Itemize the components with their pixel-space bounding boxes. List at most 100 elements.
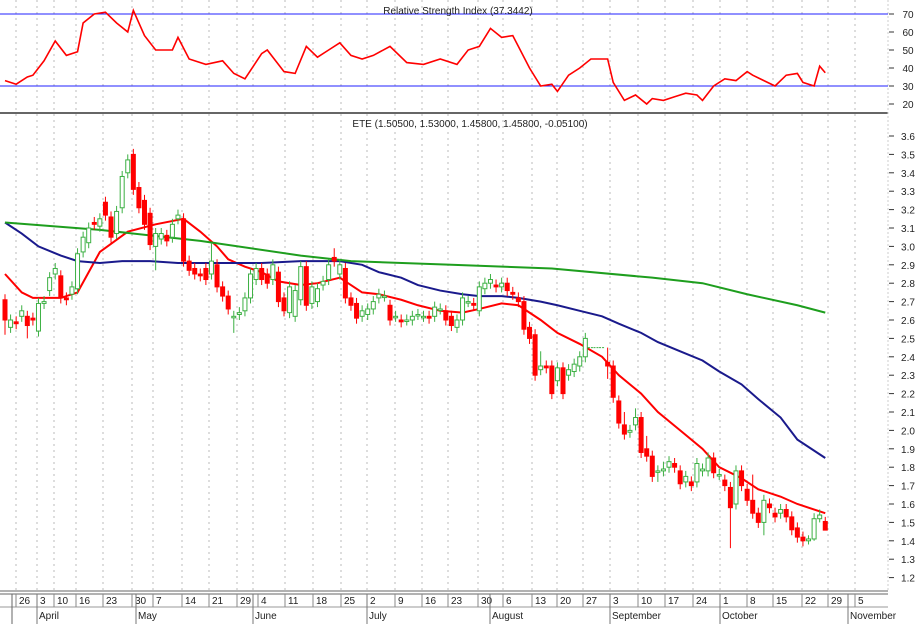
day-tick-label: 18: [316, 596, 328, 607]
candle: [354, 297, 360, 324]
price-tick-label: 3.1: [901, 224, 915, 235]
candle-body: [136, 187, 142, 209]
candle: [739, 465, 745, 492]
candle: [454, 314, 460, 333]
candle: [700, 463, 705, 477]
candle-body: [794, 527, 800, 538]
candle: [644, 435, 650, 462]
candle-body: [203, 267, 209, 281]
candle: [393, 310, 399, 322]
x-axis: 26 3 10 16 23 30 7 14 21 29 4 11 18 25 2 9 16 23 30 6 13 20 27…: [0, 590, 897, 624]
price-title: ETE (1.50500, 1.53000, 1.45800, 1.45800,…: [352, 119, 587, 130]
candle-body: [47, 277, 53, 292]
day-tick-label: 30: [481, 596, 493, 607]
candle: [253, 262, 259, 286]
candle-body: [421, 315, 426, 319]
candle-body: [398, 319, 404, 323]
candle: [711, 452, 717, 479]
day-tick-label: 10: [57, 596, 69, 607]
candle: [119, 170, 125, 214]
candle-body: [108, 216, 114, 238]
month-label: July: [369, 611, 387, 622]
candle-body: [158, 233, 164, 240]
candle-body: [303, 266, 309, 306]
candle-body: [750, 499, 756, 514]
day-tick-label: 1: [723, 596, 729, 607]
candle-body: [359, 310, 365, 317]
candle: [426, 310, 432, 324]
candle: [744, 483, 750, 506]
price-tick-label: 3.4: [901, 169, 915, 180]
candle-body: [705, 457, 711, 472]
candle-body: [314, 288, 320, 303]
day-tick-label: 21: [212, 596, 224, 607]
candle: [181, 213, 187, 267]
candle: [365, 303, 371, 320]
candle-body: [376, 293, 382, 299]
candle-body: [181, 218, 187, 262]
candle-body: [515, 297, 521, 303]
candle-body: [487, 279, 493, 284]
candle: [220, 281, 226, 302]
candle-body: [63, 297, 69, 301]
candle: [437, 303, 443, 315]
candle: [465, 296, 471, 308]
candle: [621, 412, 627, 440]
candle-body: [354, 302, 360, 319]
candle-body: [571, 363, 577, 373]
rsi-tick-label: 40: [902, 64, 914, 75]
candle-body: [638, 417, 644, 453]
candle-body: [778, 509, 784, 514]
candle-body: [660, 468, 666, 472]
candle-body: [694, 463, 700, 483]
day-tick-label: 13: [535, 596, 547, 607]
rsi-tick-label: 60: [902, 28, 914, 39]
candle-body: [19, 310, 25, 317]
day-tick-label: 14: [185, 596, 197, 607]
candle-body: [800, 536, 806, 542]
candle-body: [24, 315, 30, 327]
candle: [203, 262, 209, 286]
candle-body: [677, 470, 683, 485]
candle: [186, 255, 192, 276]
candle-body: [114, 210, 120, 235]
price-tick-label: 1.3: [901, 555, 915, 566]
candle-body: [119, 175, 125, 209]
candle-body: [231, 315, 237, 319]
candle: [387, 299, 393, 326]
rsi-tick-label: 30: [902, 82, 914, 93]
candle-body: [259, 267, 265, 281]
candle: [672, 458, 678, 473]
price-tick-label: 2.3: [901, 371, 915, 382]
candle: [153, 228, 159, 271]
candle-body: [766, 503, 772, 509]
candle-body: [381, 295, 387, 299]
candle: [504, 277, 510, 297]
candle-body: [460, 297, 466, 321]
candle: [248, 268, 254, 304]
candle: [443, 305, 449, 326]
day-tick-label: 2: [370, 596, 376, 607]
candle: [822, 516, 828, 531]
candle-body: [387, 304, 393, 321]
candle-body: [164, 234, 170, 242]
day-tick-label: 16: [79, 596, 91, 607]
candle-body: [621, 424, 627, 435]
candle-body: [627, 429, 633, 433]
candle-body: [264, 273, 270, 284]
rsi-tick-label: 50: [902, 46, 914, 57]
candle: [147, 207, 153, 251]
candle: [627, 424, 633, 438]
price-tick-label: 1.9: [901, 445, 915, 456]
candle-body: [236, 312, 242, 315]
day-tick-label: 27: [586, 596, 598, 607]
candle-body: [253, 267, 259, 281]
day-tick-label: 20: [560, 596, 572, 607]
candle: [19, 305, 25, 322]
price-tick-label: 2.8: [901, 279, 915, 290]
candle-body: [35, 302, 41, 332]
candle-body: [69, 286, 75, 295]
day-tick-label: 30: [135, 596, 147, 607]
candle-body: [242, 297, 248, 312]
candle: [415, 308, 421, 320]
